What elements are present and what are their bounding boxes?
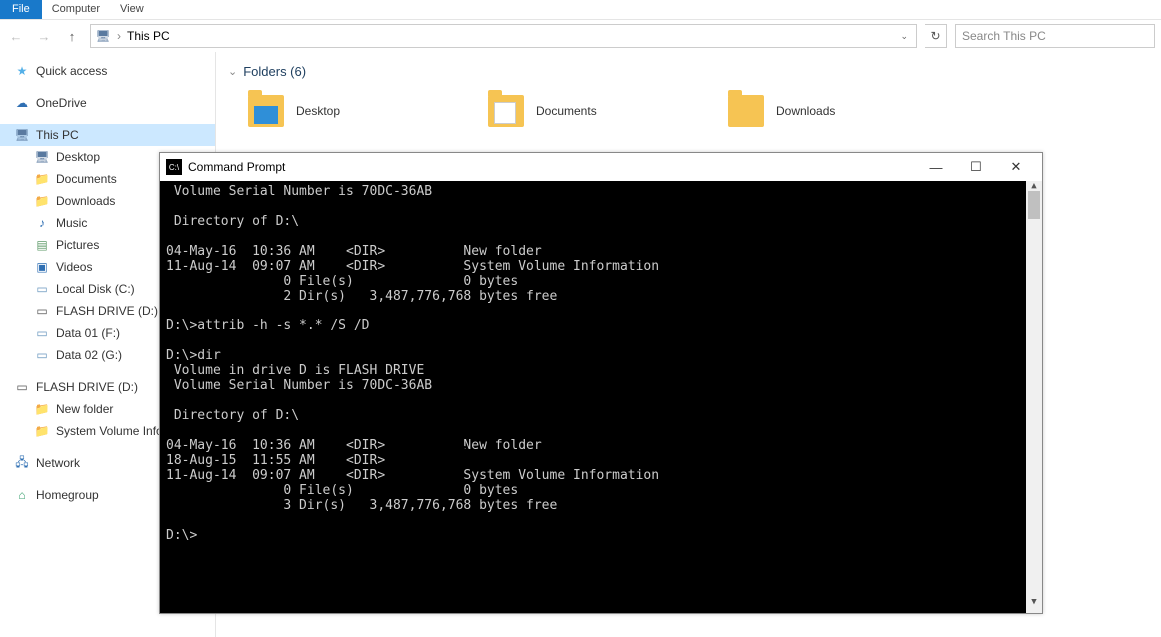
cmd-icon: C:\ [166, 159, 182, 175]
menu-view[interactable]: View [110, 0, 154, 19]
disk-icon: ▭ [34, 325, 50, 341]
address-box[interactable]: 🖥 › This PC ⌄ [90, 24, 917, 48]
minimize-button[interactable]: — [916, 160, 956, 175]
breadcrumb-sep-icon: › [117, 29, 121, 43]
refresh-icon[interactable]: ↻ [925, 24, 947, 48]
usb-icon: ▭ [34, 303, 50, 319]
search-input[interactable]: Search This PC [955, 24, 1155, 48]
folder-icon: 📁 [34, 171, 50, 187]
maximize-button[interactable]: ☐ [956, 159, 996, 175]
folder-label: Desktop [296, 104, 340, 118]
search-placeholder: Search This PC [962, 29, 1046, 43]
usb-icon: ▭ [14, 379, 30, 395]
folder-label: Documents [536, 104, 597, 118]
sidebar-label: FLASH DRIVE (D:) [56, 304, 158, 318]
sidebar-this-pc[interactable]: 🖥 This PC [0, 124, 215, 146]
menubar: File Computer View [0, 0, 1161, 20]
sidebar-label: This PC [36, 128, 79, 142]
sidebar-label: Downloads [56, 194, 115, 208]
folder-icon [728, 95, 764, 127]
network-icon: 🖧 [14, 455, 30, 471]
scrollbar[interactable]: ▲▼ [1026, 181, 1042, 613]
sidebar-label: New folder [56, 402, 113, 416]
pc-icon: 🖥 [14, 127, 30, 143]
menu-computer[interactable]: Computer [42, 0, 110, 19]
sidebar-label: Documents [56, 172, 117, 186]
sidebar-quick-access[interactable]: ★ Quick access [0, 60, 215, 82]
disk-icon: ▭ [34, 347, 50, 363]
pc-icon: 🖥 [95, 28, 111, 44]
scroll-down-icon[interactable]: ▼ [1026, 597, 1042, 613]
scroll-thumb[interactable] [1028, 191, 1040, 219]
sidebar-label: FLASH DRIVE (D:) [36, 380, 138, 394]
folder-desktop[interactable]: Desktop [248, 89, 448, 133]
folder-icon [488, 95, 524, 127]
nav-forward-icon[interactable]: → [34, 29, 54, 44]
breadcrumb-location[interactable]: This PC [127, 29, 170, 43]
sidebar-label: Desktop [56, 150, 100, 164]
sidebar-label: OneDrive [36, 96, 87, 110]
folder-icon: 📁 [34, 423, 50, 439]
folder-icon [248, 95, 284, 127]
desktop-icon: 🖥 [34, 149, 50, 165]
folder-icon: 📁 [34, 401, 50, 417]
nav-back-icon[interactable]: ← [6, 29, 26, 44]
address-bar: ← → ↑ 🖥 › This PC ⌄ ↻ Search This PC [0, 20, 1161, 52]
music-icon: ♪ [34, 215, 50, 231]
cmd-titlebar[interactable]: C:\ Command Prompt — ☐ ✕ [160, 153, 1042, 181]
sidebar-label: Network [36, 456, 80, 470]
chevron-down-icon: ⌄ [228, 65, 237, 78]
sidebar-label: Data 01 (F:) [56, 326, 120, 340]
nav-up-icon[interactable]: ↑ [62, 29, 82, 44]
sidebar-label: Videos [56, 260, 92, 274]
sidebar-label: Data 02 (G:) [56, 348, 122, 362]
command-prompt-window[interactable]: C:\ Command Prompt — ☐ ✕ Volume Serial N… [159, 152, 1043, 614]
folder-documents[interactable]: Documents [488, 89, 688, 133]
videos-icon: ▣ [34, 259, 50, 275]
homegroup-icon: ⌂ [14, 487, 30, 503]
cmd-output[interactable]: Volume Serial Number is 70DC-36AB Direct… [160, 181, 1042, 613]
pictures-icon: ▤ [34, 237, 50, 253]
disk-icon: ▭ [34, 281, 50, 297]
folder-icon: 📁 [34, 193, 50, 209]
folder-label: Downloads [776, 104, 835, 118]
folders-section-header[interactable]: ⌄ Folders (6) [228, 64, 1149, 79]
star-icon: ★ [14, 63, 30, 79]
sidebar-label: Quick access [36, 64, 107, 78]
sidebar-label: Pictures [56, 238, 99, 252]
menu-file[interactable]: File [0, 0, 42, 19]
close-button[interactable]: ✕ [996, 159, 1036, 175]
folder-downloads[interactable]: Downloads [728, 89, 928, 133]
sidebar-label: Homegroup [36, 488, 99, 502]
section-title: Folders (6) [243, 64, 306, 79]
sidebar-onedrive[interactable]: ☁ OneDrive [0, 92, 215, 114]
cmd-title-text: Command Prompt [188, 160, 285, 174]
sidebar-label: Music [56, 216, 87, 230]
address-dropdown-icon[interactable]: ⌄ [896, 31, 912, 42]
cloud-icon: ☁ [14, 95, 30, 111]
sidebar-label: Local Disk (C:) [56, 282, 135, 296]
